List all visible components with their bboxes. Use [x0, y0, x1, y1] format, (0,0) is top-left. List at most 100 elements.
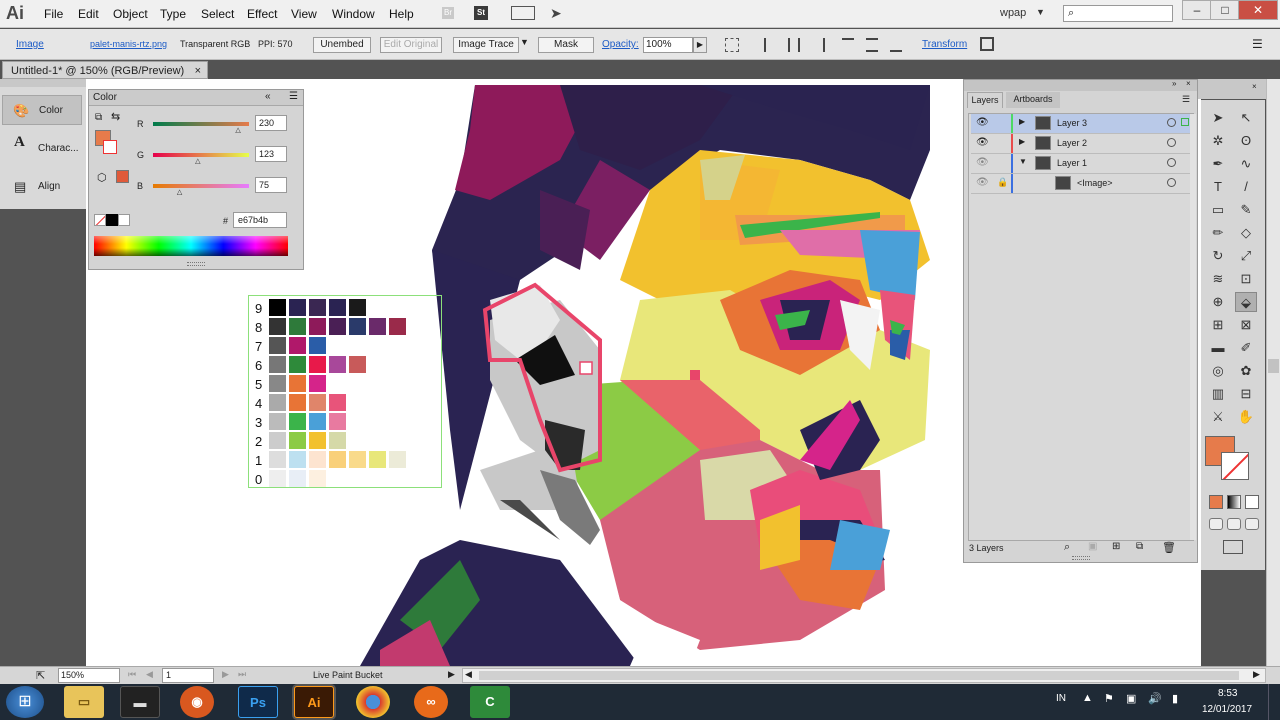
green-value-input[interactable]: 123: [255, 146, 287, 162]
close-tab-icon[interactable]: ×: [195, 62, 201, 80]
unembed-button[interactable]: Unembed: [313, 37, 371, 53]
new-sublayer-icon[interactable]: ⊞: [1112, 541, 1120, 552]
swatch-cell[interactable]: [369, 451, 386, 468]
red-value-input[interactable]: 230: [255, 115, 287, 131]
layer-row[interactable]: 👁 🔒 <Image>: [971, 174, 1193, 194]
color-panel-header[interactable]: Color « ☰: [89, 90, 303, 106]
blend-tool-icon[interactable]: ◎: [1207, 361, 1229, 381]
color-mode-icon[interactable]: [1209, 495, 1223, 509]
expand-chevron-right-icon[interactable]: ▶: [1019, 137, 1025, 146]
color-panel-tab[interactable]: 🎨 Color: [2, 95, 82, 125]
swatch-cell[interactable]: [389, 318, 406, 335]
swatch-cell[interactable]: [269, 375, 286, 392]
curvature-tool-icon[interactable]: ∿: [1235, 154, 1257, 174]
swatch-cell[interactable]: [309, 375, 326, 392]
camtasia-taskbar-icon[interactable]: C: [470, 686, 510, 718]
visibility-eye-icon[interactable]: 👁: [976, 137, 989, 148]
make-clipping-mask-icon[interactable]: ▣: [1088, 541, 1097, 552]
show-desktop-button[interactable]: [1268, 684, 1280, 720]
swatch-cell[interactable]: [329, 299, 346, 316]
paintbrush-tool-icon[interactable]: ✎: [1235, 200, 1257, 220]
line-segment-tool-icon[interactable]: /: [1235, 177, 1257, 197]
menu-type[interactable]: Type: [160, 7, 186, 21]
menu-edit[interactable]: Edit: [78, 7, 99, 21]
swatch-cell[interactable]: [329, 451, 346, 468]
panel-collapse-icon[interactable]: »: [1172, 79, 1176, 88]
shape-builder-tool-icon[interactable]: ⊕: [1207, 292, 1229, 312]
expand-chevron-down-icon[interactable]: ▼: [1019, 157, 1027, 166]
isolate-icon[interactable]: [980, 37, 994, 51]
warp-tool-icon[interactable]: ≋: [1207, 269, 1229, 289]
layer-row[interactable]: 👁 ▼ Layer 1: [971, 154, 1193, 174]
stroke-none-swatch[interactable]: [103, 140, 117, 154]
align-right-icon[interactable]: [813, 38, 825, 52]
image-trace-button[interactable]: Image Trace: [453, 37, 519, 53]
target-circle-icon[interactable]: [1167, 138, 1176, 147]
swatch-cell[interactable]: [269, 413, 286, 430]
scroll-left-icon[interactable]: ◀: [465, 669, 472, 680]
swatch-cell[interactable]: [329, 394, 346, 411]
expand-chevron-right-icon[interactable]: ▶: [1019, 117, 1025, 126]
draw-normal-icon[interactable]: [1209, 518, 1223, 530]
white-color-chip[interactable]: [118, 214, 130, 226]
chrome-taskbar-icon[interactable]: [356, 686, 390, 718]
swatch-cell[interactable]: [329, 413, 346, 430]
layer-row[interactable]: 👁 ▶ Layer 3: [971, 114, 1193, 134]
swatch-cell[interactable]: [309, 432, 326, 449]
stroke-none-box[interactable]: [1221, 452, 1249, 480]
volume-icon[interactable]: 🔊: [1148, 692, 1162, 705]
align-center-icon[interactable]: [788, 38, 800, 52]
edit-original-button[interactable]: Edit Original: [380, 37, 442, 53]
selection-type-link[interactable]: Image: [16, 39, 44, 50]
control-menu-icon[interactable]: ☰: [1252, 37, 1263, 51]
scroll-right-icon[interactable]: ▶: [1253, 669, 1260, 680]
status-menu-arrow-icon[interactable]: ▶: [448, 669, 455, 680]
swap-colors-icon[interactable]: ⇆: [111, 110, 120, 123]
horizontal-scrollbar[interactable]: ◀ ▶: [462, 668, 1266, 683]
blue-slider-thumb[interactable]: △: [177, 188, 182, 196]
swatch-cell[interactable]: [289, 394, 306, 411]
selection-indicator[interactable]: [1181, 118, 1189, 126]
illustrator-taskbar-icon[interactable]: Ai: [294, 686, 334, 718]
delete-layer-icon[interactable]: 🗑: [1162, 541, 1176, 554]
panel-resize-grip[interactable]: [187, 262, 205, 266]
swatch-cell[interactable]: [269, 356, 286, 373]
swatch-cell[interactable]: [289, 337, 306, 354]
selection-tool-icon[interactable]: ➤: [1207, 108, 1229, 128]
swatch-cell[interactable]: [329, 432, 346, 449]
document-tab[interactable]: Untitled-1* @ 150% (RGB/Preview) ×: [2, 61, 208, 79]
menu-view[interactable]: View: [291, 7, 317, 21]
swatch-cell[interactable]: [369, 318, 386, 335]
help-search-input[interactable]: ⌕: [1063, 5, 1173, 22]
swatch-cell[interactable]: [349, 299, 366, 316]
image-trace-chevron-icon[interactable]: ▼: [520, 37, 529, 47]
layer-name[interactable]: <Image>: [1077, 178, 1113, 188]
explorer-taskbar-icon[interactable]: ▭: [64, 686, 104, 718]
workspace-chevron-icon[interactable]: ▼: [1036, 7, 1045, 17]
swatch-cell[interactable]: [349, 356, 366, 373]
layers-scrollbar[interactable]: [1190, 114, 1196, 540]
green-slider[interactable]: [153, 153, 249, 157]
swatch-cell[interactable]: [269, 299, 286, 316]
align-left-icon[interactable]: [764, 38, 776, 52]
artboard-number-select[interactable]: 1: [162, 668, 214, 683]
gradient-mode-icon[interactable]: [1227, 495, 1241, 509]
swatch-cell[interactable]: [269, 432, 286, 449]
panel-menu-icon[interactable]: ☰: [289, 91, 298, 102]
artboard-tool-icon[interactable]: ⊟: [1235, 384, 1257, 404]
visibility-eye-icon[interactable]: 👁: [976, 117, 989, 128]
vertical-scroll-thumb[interactable]: [1268, 359, 1279, 373]
menu-select[interactable]: Select: [201, 7, 234, 21]
maximize-button[interactable]: □: [1210, 0, 1240, 20]
live-paint-bucket-tool-icon[interactable]: ⬙: [1235, 292, 1257, 312]
visibility-eye-icon[interactable]: 👁: [976, 157, 989, 168]
network-icon[interactable]: ▮: [1172, 692, 1178, 705]
swatch-cell[interactable]: [269, 318, 286, 335]
swatch-cell[interactable]: [309, 470, 326, 487]
swatch-cell[interactable]: [309, 451, 326, 468]
magic-wand-tool-icon[interactable]: ✲: [1207, 131, 1229, 151]
menu-effect[interactable]: Effect: [247, 7, 277, 21]
gpu-performance-icon[interactable]: ➤: [550, 5, 562, 22]
menu-help[interactable]: Help: [389, 7, 414, 21]
swatch-cell[interactable]: [269, 451, 286, 468]
